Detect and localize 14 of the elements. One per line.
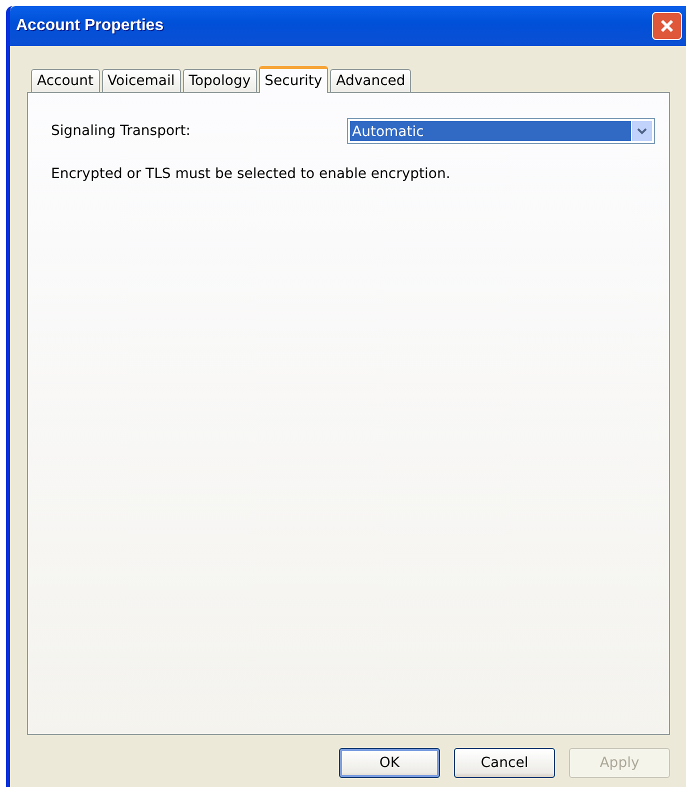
tab[interactable]: Topology [182, 69, 257, 92]
field-label: Signaling Transport: [51, 123, 191, 139]
close-icon [658, 17, 676, 35]
info-text: Encrypted or TLS must be selected to enable encryption. [51, 166, 452, 182]
chevron-down-icon [636, 126, 648, 136]
close-button[interactable] [652, 12, 682, 40]
dialog-button[interactable]: Cancel [454, 748, 555, 778]
tab[interactable]: Account [31, 69, 100, 92]
dialog-button[interactable]: OK [339, 748, 440, 778]
tab[interactable]: Advanced [330, 69, 412, 92]
window-title: Account Properties [16, 17, 164, 35]
tab[interactable]: Security [258, 66, 328, 93]
transport-dropdown[interactable]: Automatic [347, 118, 655, 144]
tab[interactable]: Voicemail [102, 69, 181, 92]
